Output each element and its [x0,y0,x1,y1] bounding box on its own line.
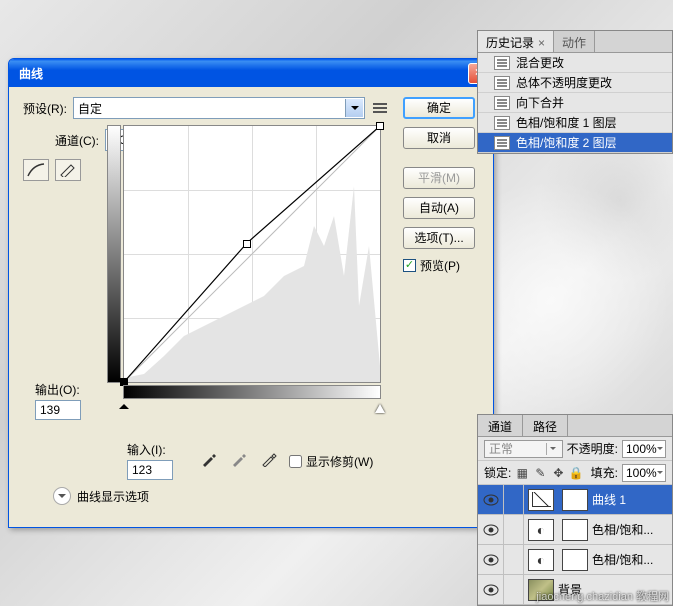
layer-thumb-icon [528,489,554,511]
eyedropper-gray-icon[interactable] [229,449,249,469]
eyedropper-white-icon[interactable] [259,449,279,469]
output-block: 输出(O): 139 [35,381,99,420]
ok-button[interactable]: 确定 [403,97,475,119]
expand-icon[interactable] [53,487,71,505]
link-col [504,515,524,544]
lock-label: 锁定: [484,464,511,481]
history-step-icon [494,96,510,110]
history-step-icon [494,56,510,70]
history-step-icon [494,116,510,130]
auto-button[interactable]: 自动(A) [403,197,475,219]
history-step-icon [494,76,510,90]
history-item[interactable]: 向下合并 [478,93,672,113]
close-icon[interactable]: × [538,36,545,50]
lock-brush-icon[interactable]: ✎ [533,466,547,480]
history-item-label: 向下合并 [516,94,564,111]
layer-item[interactable]: 曲线 1 [478,485,672,515]
layer-item[interactable]: 色相/饱和... [478,545,672,575]
history-panel: 历史记录× 动作 混合更改总体不透明度更改向下合并色相/饱和度 1 图层色相/饱… [477,30,673,154]
expand-label: 曲线显示选项 [77,488,149,505]
layer-name: 背景 [558,581,672,598]
lock-transparent-icon[interactable]: ▦ [515,466,529,480]
layer-thumb-icon [528,579,554,601]
options-button[interactable]: 选项(T)... [403,227,475,249]
layer-mask-icon [562,519,588,541]
tab-actions[interactable]: 动作 [554,31,595,52]
smooth-button: 平滑(M) [403,167,475,189]
output-label: 输出(O): [35,381,99,398]
tab-channels[interactable]: 通道 [478,415,523,436]
preview-label: 预览(P) [420,257,460,274]
preset-select[interactable]: 自定 [73,97,365,119]
fill-label: 填充: [591,464,618,481]
history-item[interactable]: 混合更改 [478,53,672,73]
channel-label: 通道(C): [55,132,99,149]
opacity-label: 不透明度: [567,440,618,457]
show-clipping-label: 显示修剪(W) [306,453,373,470]
curve-tool-icon[interactable] [23,159,49,181]
history-item[interactable]: 总体不透明度更改 [478,73,672,93]
dialog-titlebar[interactable]: 曲线 × [9,59,493,87]
layer-mask-icon [562,549,588,571]
input-label: 输入(I): [127,441,191,458]
tab-history[interactable]: 历史记录× [478,31,554,52]
black-point-slider[interactable] [119,399,129,409]
cancel-button[interactable]: 取消 [403,127,475,149]
visibility-toggle[interactable] [478,515,504,544]
pencil-tool-icon[interactable] [55,159,81,181]
chevron-down-icon [345,99,363,117]
curve-point[interactable] [243,240,251,248]
layer-name: 色相/饱和... [592,551,672,568]
eyedropper-black-icon[interactable] [199,449,219,469]
history-step-icon [494,136,510,150]
layer-thumb-icon [528,519,554,541]
tab-paths[interactable]: 路径 [523,415,568,436]
input-input[interactable]: 123 [127,460,173,480]
link-col [504,545,524,574]
history-item[interactable]: 色相/饱和度 2 图层 [478,133,672,153]
curve-endpoint-white[interactable] [376,122,384,130]
layer-item[interactable]: 色相/饱和... [478,515,672,545]
curves-graph[interactable] [123,125,381,383]
layer-item[interactable]: 背景 [478,575,672,605]
visibility-toggle[interactable] [478,545,504,574]
layer-name: 曲线 1 [592,491,672,508]
layer-thumb-icon [528,549,554,571]
layers-panel: 通道 路径 正常 不透明度: 100% 锁定: ▦ ✎ ✥ 🔒 填充: 100%… [477,414,673,606]
history-item[interactable]: 色相/饱和度 1 图层 [478,113,672,133]
curves-dialog: 曲线 × 预设(R): 自定 通道(C): RGB [8,58,494,528]
layer-name: 色相/饱和... [592,521,672,538]
show-clipping-checkbox[interactable] [289,455,302,468]
history-item-label: 总体不透明度更改 [516,74,612,91]
link-col [504,575,524,604]
input-block: 输入(I): 123 [127,441,191,480]
curve-line [124,126,380,382]
history-item-label: 色相/饱和度 1 图层 [516,114,617,131]
layer-mask-icon [562,489,588,511]
visibility-toggle[interactable] [478,485,504,514]
output-input[interactable]: 139 [35,400,81,420]
visibility-toggle[interactable] [478,575,504,604]
preview-checkbox[interactable]: ✓ [403,259,416,272]
white-point-slider[interactable] [375,399,385,413]
history-item-label: 色相/饱和度 2 图层 [516,134,617,151]
link-col [504,485,524,514]
output-gradient [107,125,121,383]
opacity-input[interactable]: 100% [622,440,666,458]
dialog-title: 曲线 [19,65,468,82]
blend-mode-select[interactable]: 正常 [484,440,563,458]
preset-label: 预设(R): [23,100,67,117]
preset-value: 自定 [78,100,102,117]
fill-input[interactable]: 100% [622,464,666,482]
history-item-label: 混合更改 [516,54,564,71]
input-gradient [123,385,381,399]
preset-menu-icon[interactable] [371,99,389,117]
lock-all-icon[interactable]: 🔒 [569,466,583,480]
lock-move-icon[interactable]: ✥ [551,466,565,480]
